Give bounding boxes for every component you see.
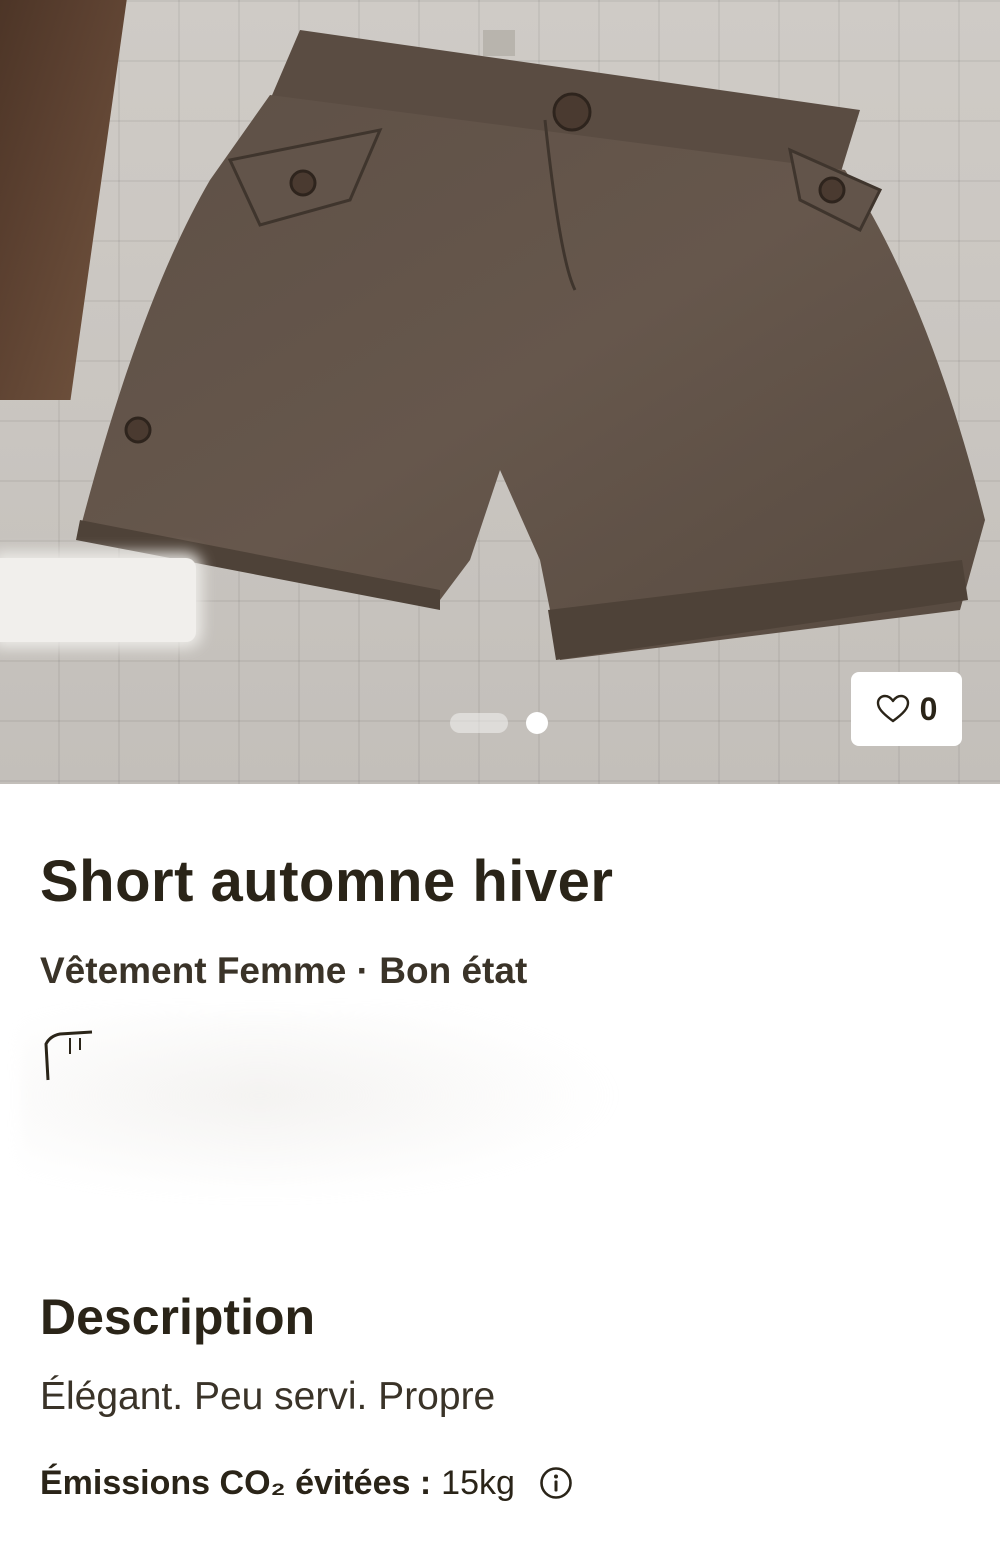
blurred-watermark (0, 558, 196, 642)
favorite-button[interactable]: 0 (851, 672, 962, 746)
favorite-count: 0 (919, 690, 938, 727)
seller-avatar-icon (44, 1030, 93, 1081)
product-category-condition: Vêtement Femme · Bon état (40, 950, 528, 991)
co2-savings: Émissions CO₂ évitées : 15kg (40, 1460, 573, 1506)
pagination-dot-inactive[interactable] (450, 713, 508, 733)
description-text: Élégant. Peu servi. Propre (40, 1375, 496, 1418)
co2-value: 15kg (441, 1463, 515, 1502)
product-title: Short automne hiver (40, 849, 614, 914)
co2-label: Émissions CO₂ évitées : (40, 1463, 432, 1502)
shorts-photo (76, 30, 985, 660)
blurred-seller-info (20, 1010, 620, 1200)
pagination-dot-active[interactable] (526, 712, 548, 734)
description-heading: Description (40, 1289, 316, 1345)
info-icon[interactable] (539, 1466, 573, 1500)
product-image-gallery[interactable]: 0 (0, 0, 1000, 784)
heart-icon (876, 694, 909, 723)
gallery-pagination[interactable] (450, 711, 548, 735)
